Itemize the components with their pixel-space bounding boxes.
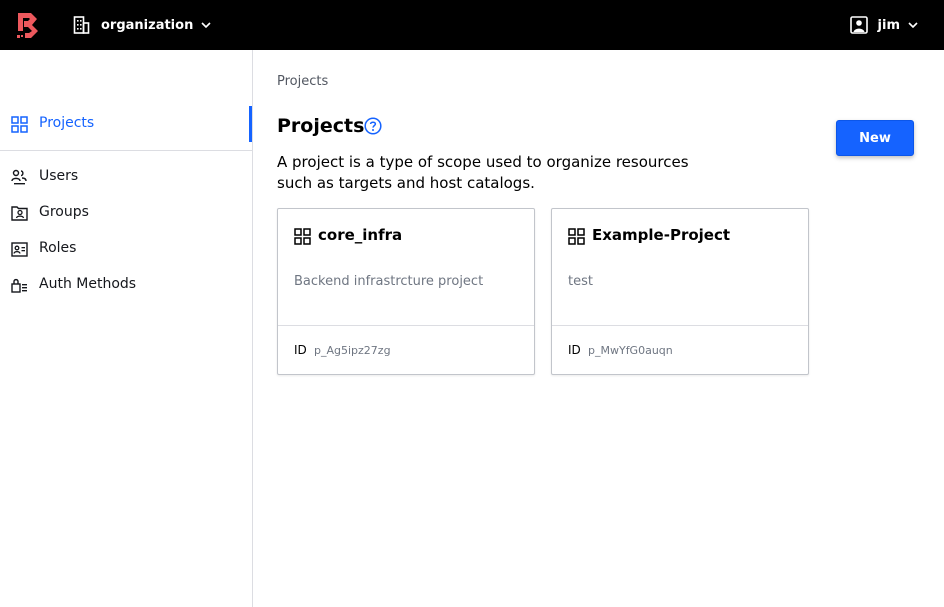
sidebar-item-label: Users <box>39 168 79 184</box>
page-title: Projects <box>277 115 365 137</box>
project-card-title[interactable]: Example-Project <box>592 226 730 244</box>
grid-icon <box>568 228 585 245</box>
user-avatar-icon <box>849 16 868 34</box>
org-name: organization <box>101 17 194 33</box>
user-menu-button[interactable]: jim <box>849 15 918 35</box>
folder-users-icon <box>11 206 28 221</box>
project-card-id: p_MwYfG0auqn <box>588 344 673 357</box>
help-icon[interactable] <box>364 117 382 135</box>
project-card-title[interactable]: core_infra <box>318 226 402 244</box>
org-switcher-button[interactable]: organization <box>73 15 211 35</box>
sidebar: Projects Users Groups Roles Auth Methods <box>0 50 253 607</box>
lock-list-icon <box>11 278 27 293</box>
grid-icon <box>294 228 311 245</box>
project-card-description: test <box>568 274 593 289</box>
sidebar-item-projects[interactable]: Projects <box>0 106 252 142</box>
users-icon <box>11 169 27 185</box>
grid-icon <box>11 116 28 133</box>
card-divider <box>552 325 808 326</box>
top-bar: organization jim <box>0 0 944 50</box>
project-card[interactable]: Example-Project test ID p_MwYfG0auqn <box>551 208 809 375</box>
sidebar-item-groups[interactable]: Groups <box>0 195 252 231</box>
sidebar-item-auth-methods[interactable]: Auth Methods <box>0 267 252 303</box>
chevron-down-icon <box>201 22 211 28</box>
sidebar-item-roles[interactable]: Roles <box>0 231 252 267</box>
project-card[interactable]: core_infra Backend infrastrcture project… <box>277 208 535 375</box>
sidebar-divider <box>0 150 252 151</box>
boundary-logo-icon[interactable] <box>16 12 40 40</box>
project-card-id: p_Ag5ipz27zg <box>314 344 391 357</box>
chevron-down-icon <box>908 22 918 28</box>
id-card-icon <box>11 242 28 257</box>
sidebar-item-label: Auth Methods <box>39 276 137 292</box>
project-card-description: Backend infrastrcture project <box>294 274 484 289</box>
username: jim <box>877 17 900 33</box>
sidebar-item-users[interactable]: Users <box>0 159 252 195</box>
project-card-id-label: ID <box>568 343 581 357</box>
breadcrumb[interactable]: Projects <box>277 74 328 89</box>
project-card-id-label: ID <box>294 343 307 357</box>
building-icon <box>73 16 90 34</box>
new-project-button[interactable]: New <box>836 120 914 156</box>
sidebar-item-label: Projects <box>39 115 95 131</box>
sidebar-item-label: Roles <box>39 240 77 256</box>
sidebar-item-label: Groups <box>39 204 89 220</box>
card-divider <box>278 325 534 326</box>
page-description: A project is a type of scope used to org… <box>277 153 689 192</box>
